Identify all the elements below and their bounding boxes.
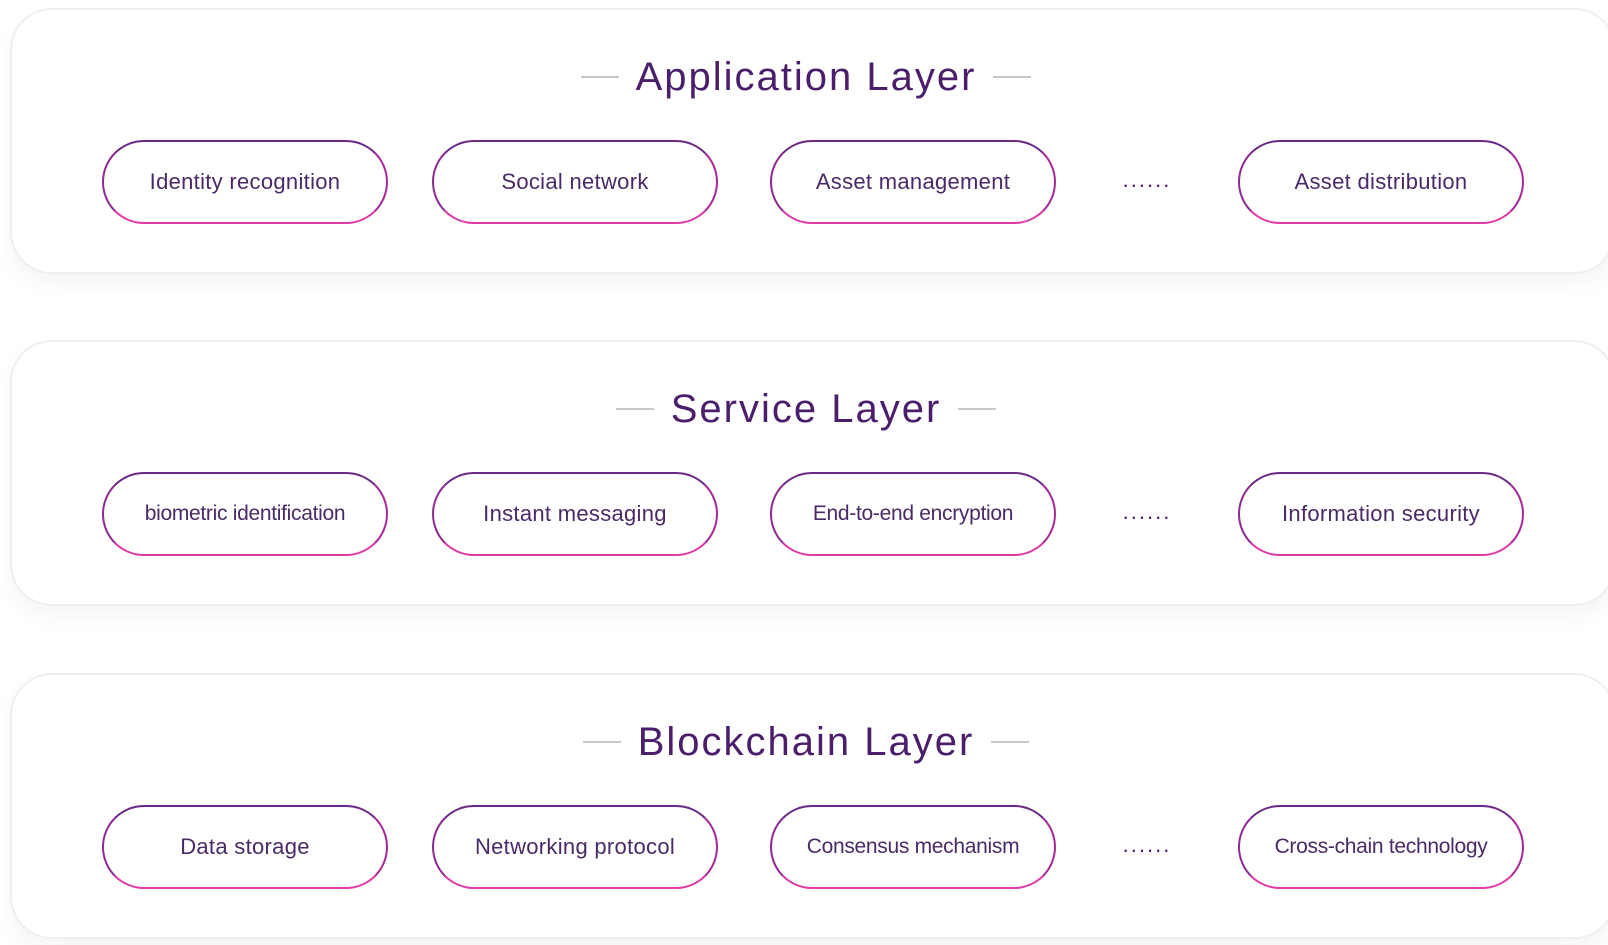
pill-label: Asset distribution <box>1294 169 1468 194</box>
pill-label: Instant messaging <box>483 501 667 526</box>
service-layer-header: Service Layer <box>12 384 1600 434</box>
pill-instant-messaging[interactable]: Instant messaging <box>432 472 718 556</box>
pill-label: Consensus mechanism <box>806 835 1020 858</box>
pill-social-network[interactable]: Social network <box>432 140 718 224</box>
pill-end-to-end-encryption[interactable]: End-to-end encryption <box>770 472 1056 556</box>
pill-consensus-mechanism[interactable]: Consensus mechanism <box>770 805 1056 889</box>
blockchain-layer-card: Blockchain Layer Data storage Networking… <box>10 673 1608 939</box>
pill-label: End-to-end encryption <box>812 502 1014 525</box>
service-layer-title: Service Layer <box>670 386 942 431</box>
pill-label: Information security <box>1282 501 1480 526</box>
pill-label: Identity recognition <box>149 169 341 194</box>
application-layer-header: Application Layer <box>12 52 1600 102</box>
pill-networking-protocol[interactable]: Networking protocol <box>432 805 718 889</box>
more-ellipsis: ...... <box>1122 167 1172 192</box>
pill-identity-recognition[interactable]: Identity recognition <box>102 140 388 224</box>
title-dash-left <box>580 76 619 78</box>
pill-cross-chain-technology[interactable]: Cross-chain technology <box>1238 805 1524 889</box>
pill-asset-distribution[interactable]: Asset distribution <box>1238 140 1524 224</box>
service-layer-card: Service Layer biometric identification I… <box>10 340 1608 606</box>
title-dash-left <box>615 408 654 410</box>
more-ellipsis: ...... <box>1122 832 1172 857</box>
pill-label: Social network <box>501 169 649 194</box>
more-ellipsis: ...... <box>1122 499 1172 524</box>
title-dash-right <box>991 741 1030 743</box>
pill-asset-management[interactable]: Asset management <box>770 140 1056 224</box>
pill-information-security[interactable]: Information security <box>1238 472 1524 556</box>
pill-biometric-identification[interactable]: biometric identification <box>102 472 388 556</box>
title-dash-right <box>958 408 997 410</box>
blockchain-layer-header: Blockchain Layer <box>12 717 1600 767</box>
title-dash-left <box>582 741 621 743</box>
application-layer-card: Application Layer Identity recognition S… <box>10 8 1608 274</box>
pill-label: Networking protocol <box>474 834 676 859</box>
pill-label: Cross-chain technology <box>1274 835 1488 858</box>
pill-label: biometric identification <box>144 502 346 525</box>
pill-data-storage[interactable]: Data storage <box>102 805 388 889</box>
blockchain-layer-title: Blockchain Layer <box>637 719 975 764</box>
pill-label: Asset management <box>815 169 1011 194</box>
title-dash-right <box>993 76 1032 78</box>
application-layer-title: Application Layer <box>635 54 977 99</box>
pill-label: Data storage <box>180 834 310 859</box>
